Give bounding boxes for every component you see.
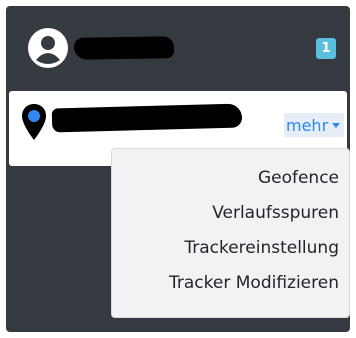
user-circle-icon[interactable] bbox=[28, 28, 68, 68]
menu-item-history-tracks[interactable]: Verlaufsspuren bbox=[112, 196, 349, 231]
more-label: mehr bbox=[286, 115, 329, 135]
more-dropdown-toggle[interactable]: mehr bbox=[284, 113, 345, 137]
caret-down-icon bbox=[332, 122, 341, 128]
tracker-panel: 1 mehr Geofence Verlaufsspuren Trackerei… bbox=[6, 6, 350, 332]
menu-item-geofence[interactable]: Geofence bbox=[112, 161, 349, 196]
more-dropdown-menu: Geofence Verlaufsspuren Trackereinstellu… bbox=[111, 148, 350, 318]
map-marker-icon bbox=[22, 104, 46, 140]
menu-item-modify-tracker[interactable]: Tracker Modifizieren bbox=[112, 266, 349, 301]
redacted-username bbox=[73, 36, 175, 60]
notification-badge[interactable]: 1 bbox=[316, 38, 336, 59]
menu-item-tracker-settings[interactable]: Trackereinstellung bbox=[112, 231, 349, 266]
redacted-tracker-name bbox=[51, 103, 243, 133]
user-header: 1 bbox=[6, 6, 350, 86]
